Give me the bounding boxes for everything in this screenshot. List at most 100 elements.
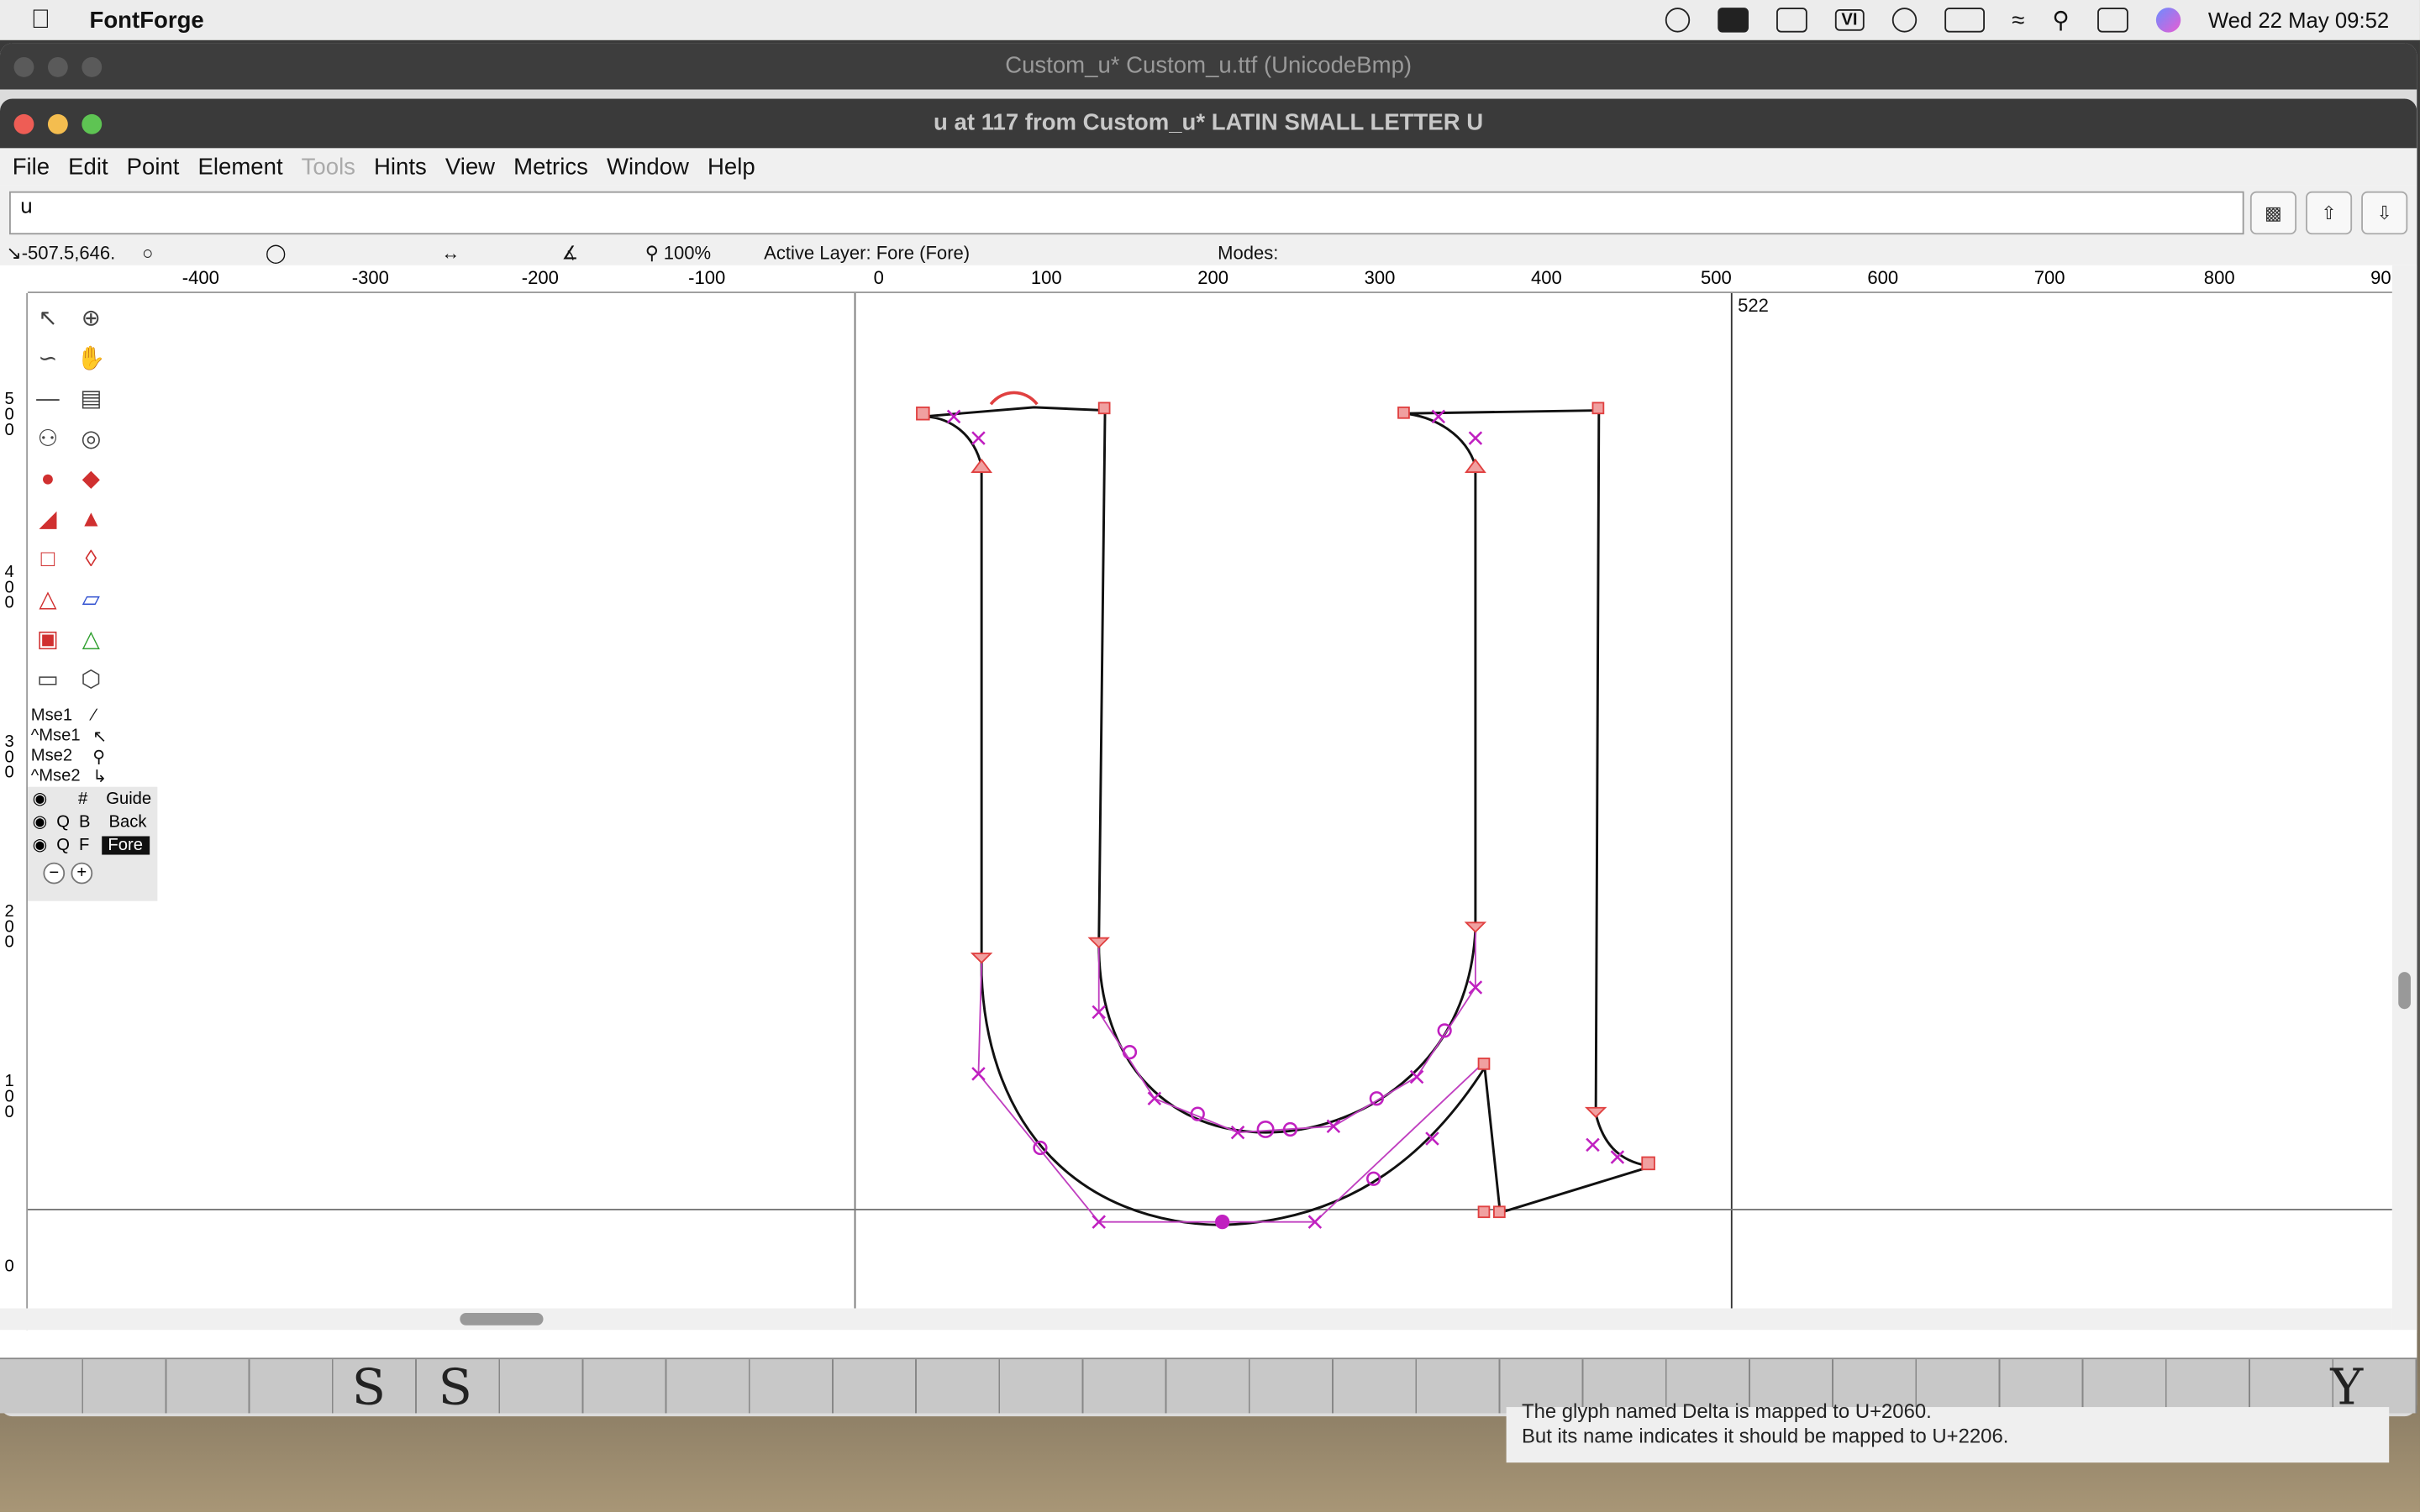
drive-icon[interactable]: [1718, 8, 1749, 33]
control-center-icon[interactable]: [2096, 8, 2128, 33]
layer-fore[interactable]: ◉ Q F Fore: [28, 833, 157, 857]
font-view-title-bar[interactable]: Custom_u* Custom_u.ttf (UnicodeBmp): [0, 43, 2417, 90]
layer-quadratic-flag: Q: [56, 812, 70, 832]
mouse-binding-4: ^Mse2: [30, 766, 81, 785]
on-curve-points[interactable]: [946, 409, 1625, 1230]
freehand-tool-icon[interactable]: ∽: [31, 343, 65, 376]
zoom-button[interactable]: [82, 56, 103, 77]
pointer-tool-icon[interactable]: ↖: [31, 302, 65, 336]
layer-buttons: − +: [28, 856, 157, 885]
wifi-icon[interactable]: ≈: [2012, 7, 2024, 33]
glyph-cell[interactable]: S: [439, 1357, 472, 1416]
eye-icon[interactable]: ◉: [33, 811, 48, 832]
advance-width-label: 522: [1738, 295, 1769, 316]
ruler-tool-icon[interactable]: ▤: [74, 383, 108, 417]
warning-notice: The glyph named Delta is mapped to U+206…: [1506, 1399, 2390, 1463]
scroll-thumb[interactable]: [460, 1313, 544, 1326]
glyph-outline-canvas[interactable]: 522: [0, 265, 2392, 1309]
status-area: VI ≈ ⚲ Wed 22 May 09:52: [1665, 6, 2420, 34]
perspective-tool-icon[interactable]: △: [74, 623, 108, 657]
layer-button[interactable]: ▩: [2249, 191, 2297, 235]
fontforge-menu: File Edit Point Element Tools Hints View…: [0, 148, 2417, 186]
font-view-title: Custom_u* Custom_u.ttf (UnicodeBmp): [1005, 52, 1413, 79]
mouse-binding-2: ^Mse1: [30, 727, 81, 746]
menu-tools[interactable]: Tools: [302, 154, 355, 180]
mac-menu-bar:  FontForge VI ≈ ⚲ Wed 22 May 09:52: [0, 0, 2420, 40]
play-icon[interactable]: [1891, 8, 1917, 33]
siri-icon[interactable]: [2155, 8, 2181, 33]
add-layer-button[interactable]: +: [71, 862, 93, 885]
battery-icon[interactable]: [1944, 8, 1985, 33]
slope-icon: ∡: [561, 242, 579, 265]
eye-icon[interactable]: ◉: [33, 789, 48, 808]
close-button[interactable]: [13, 113, 34, 134]
remove-layer-button[interactable]: −: [43, 862, 66, 885]
skew-tool-icon[interactable]: ▱: [74, 583, 108, 617]
layer-guide[interactable]: ◉ # Guide: [28, 787, 157, 811]
minimize-button[interactable]: [47, 56, 68, 77]
layer-type: #: [77, 789, 88, 808]
layer-back[interactable]: ◉ Q B Back: [28, 810, 157, 833]
minimize-button[interactable]: [47, 113, 68, 134]
glyph-title-bar[interactable]: u at 117 from Custom_u* LATIN SMALL LETT…: [0, 98, 2417, 149]
knife-tool-icon[interactable]: —: [31, 383, 65, 417]
hv-curve-tool-icon[interactable]: ◆: [74, 463, 108, 496]
close-button[interactable]: [13, 56, 34, 77]
magnify-tool-icon[interactable]: ⊕: [74, 302, 108, 336]
char-input[interactable]: u: [9, 191, 2244, 235]
glyph-window-controls: [13, 113, 103, 134]
rectangle-tool-icon[interactable]: ▭: [31, 664, 65, 697]
font-view-window-controls: [13, 56, 103, 77]
tangent-point-tool-icon[interactable]: ▲: [74, 503, 108, 537]
clock[interactable]: Wed 22 May 09:52: [2208, 8, 2389, 32]
scale-tool-icon[interactable]: □: [31, 543, 65, 577]
menu-element[interactable]: Element: [198, 154, 283, 180]
search-icon[interactable]: ⚲: [2052, 6, 2069, 34]
selected-handle[interactable]: [989, 391, 1039, 406]
glyph-cell[interactable]: S: [352, 1357, 386, 1416]
menu-file[interactable]: File: [13, 154, 50, 180]
display-icon[interactable]: [1776, 8, 1807, 33]
layer-type: B: [78, 812, 91, 832]
prev-glyph-button[interactable]: ⇧: [2306, 191, 2353, 235]
zoom-icon: ⚲: [644, 242, 659, 265]
vi-icon[interactable]: VI: [1835, 9, 1864, 31]
scroll-thumb[interactable]: [2398, 972, 2411, 1010]
spiro-tool-icon[interactable]: ◎: [74, 423, 108, 456]
glyph-edit-window: u at 117 from Custom_u* LATIN SMALL LETT…: [0, 98, 2417, 1358]
apple-icon[interactable]: : [31, 5, 62, 36]
horizontal-scrollbar[interactable]: [0, 1308, 2392, 1331]
modes-label: Modes:: [1218, 242, 1279, 265]
knife-icon: ∕: [92, 706, 96, 726]
menu-metrics[interactable]: Metrics: [513, 154, 588, 180]
screen:  FontForge VI ≈ ⚲ Wed 22 May 09:52 Cust…: [0, 0, 2420, 1512]
zoom-button[interactable]: [82, 113, 103, 134]
app-name[interactable]: FontForge: [90, 7, 204, 33]
menu-help[interactable]: Help: [708, 154, 755, 180]
eye-icon[interactable]: ◉: [33, 835, 48, 854]
vertical-scrollbar[interactable]: [2391, 265, 2417, 1331]
rotate-3d-tool-icon[interactable]: ▣: [31, 623, 65, 657]
glyph-outer-contour[interactable]: [923, 406, 1652, 1226]
control-handles: [977, 932, 1482, 1223]
info-bar: ↘ -507.5,646. ○ ◯ ↔ ∡ ⚲ 100% Active Laye…: [0, 240, 2417, 265]
menu-point[interactable]: Point: [127, 154, 180, 180]
layer-name: Guide: [106, 789, 152, 808]
pen-tool-icon[interactable]: ⚇: [31, 423, 65, 456]
flip-tool-icon[interactable]: △: [31, 583, 65, 617]
notice-line-1: The glyph named Delta is mapped to U+206…: [1521, 1399, 1932, 1423]
menu-view[interactable]: View: [445, 154, 495, 180]
angle-icon: ◯: [265, 242, 287, 265]
menu-edit[interactable]: Edit: [68, 154, 108, 180]
menu-window[interactable]: Window: [607, 154, 689, 180]
polygon-tool-icon[interactable]: ⬡: [74, 664, 108, 697]
shield-icon[interactable]: [1665, 8, 1691, 33]
menu-hints[interactable]: Hints: [374, 154, 427, 180]
rotate-tool-icon[interactable]: ◊: [74, 543, 108, 577]
hand-tool-icon[interactable]: ✋: [74, 343, 108, 376]
glyph-canvas-area[interactable]: -400 -300 -200 -100 0 100 200 300 400 50…: [0, 265, 2417, 1333]
next-glyph-button[interactable]: ⇩: [2361, 191, 2408, 235]
curve-point-tool-icon[interactable]: ●: [31, 463, 65, 496]
corner-point-tool-icon[interactable]: ◢: [31, 503, 65, 537]
corner-points[interactable]: [916, 402, 1655, 1219]
